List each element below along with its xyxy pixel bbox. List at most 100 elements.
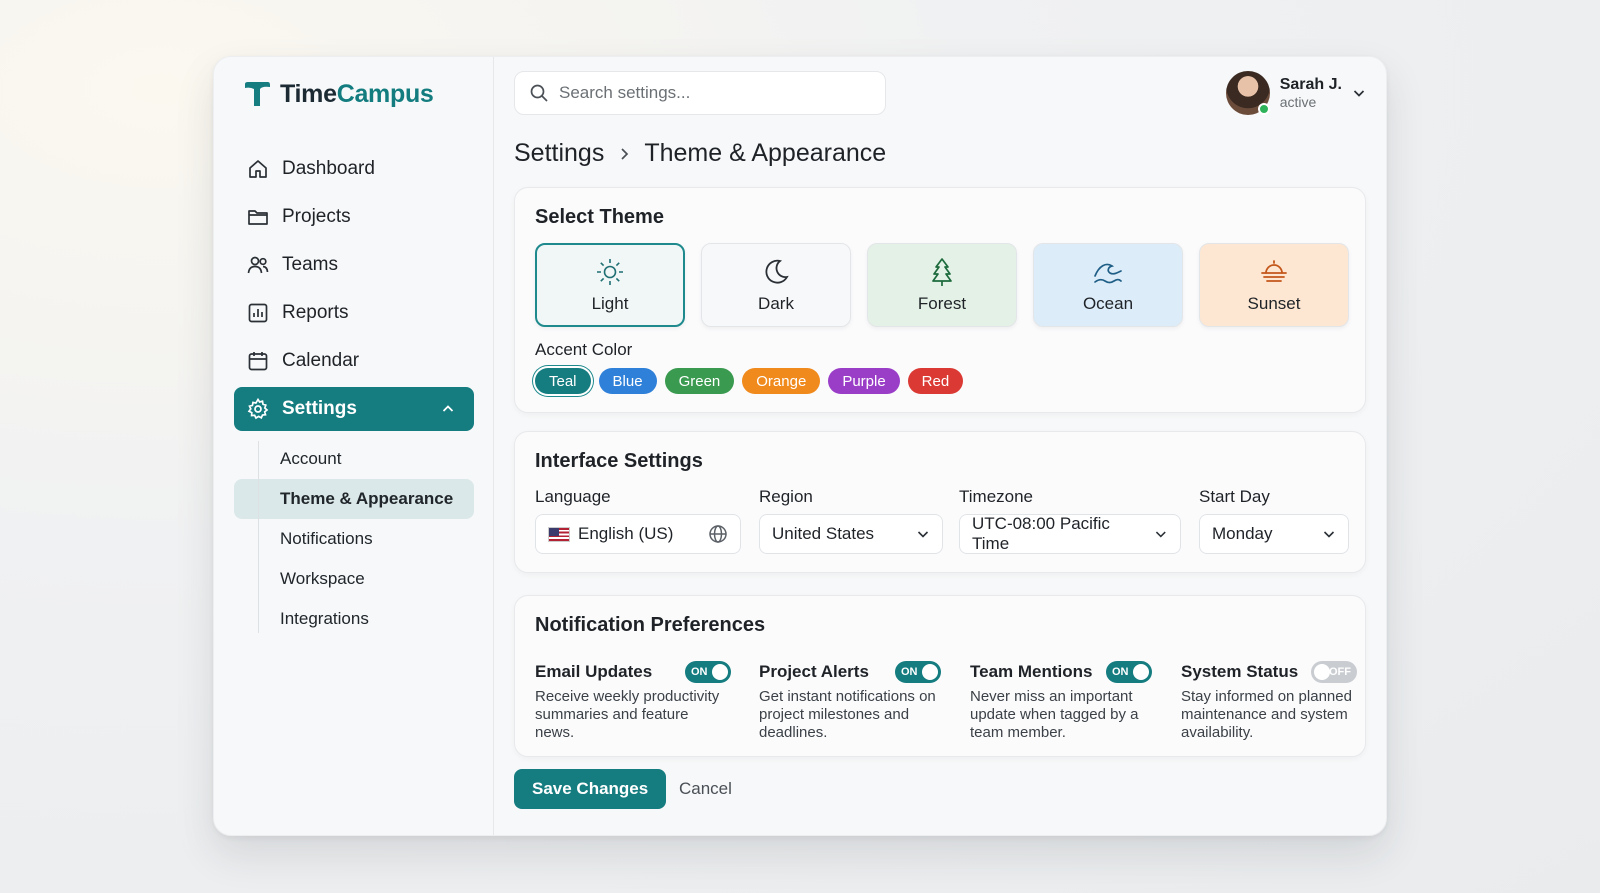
theme-label: Sunset xyxy=(1247,294,1301,313)
email-updates-toggle[interactable]: ON xyxy=(685,661,731,683)
interface-settings-card: Interface Settings Language English (US)… xyxy=(514,431,1366,573)
system-status-toggle[interactable]: OFF xyxy=(1311,661,1357,683)
subnav-item-account[interactable]: Account xyxy=(234,439,474,479)
sidebar-item-label: Settings xyxy=(282,398,357,419)
subnav-item-theme-appearance[interactable]: Theme & Appearance xyxy=(234,479,474,519)
chart-icon xyxy=(248,303,268,323)
logo-icon xyxy=(245,82,270,106)
sun-icon xyxy=(597,259,623,285)
notif-description: Stay informed on planned maintenance and… xyxy=(1181,688,1352,741)
project-alerts-toggle[interactable]: ON xyxy=(895,661,941,683)
accent-chip-red[interactable]: Red xyxy=(907,368,964,394)
home-icon xyxy=(249,160,267,178)
section-title: Notification Preferences xyxy=(535,614,766,636)
notif-description: Receive weekly productivity summaries an… xyxy=(535,688,720,741)
sidebar-item-label: Projects xyxy=(282,206,351,227)
tree-icon xyxy=(932,258,952,286)
page-title: Theme & Appearance xyxy=(644,139,887,167)
region-label: Region xyxy=(759,487,813,506)
sidebar-item-reports[interactable]: Reports xyxy=(234,291,474,335)
notif-description: Get instant notifications on project mil… xyxy=(759,688,936,741)
online-status-dot xyxy=(1257,103,1270,115)
notification-preferences-card: Notification Preferences Email Updates O… xyxy=(514,595,1366,757)
users-icon xyxy=(247,256,269,274)
chevron-down-icon xyxy=(917,531,929,538)
start-day-select[interactable]: Monday xyxy=(1199,514,1349,554)
sidebar-item-label: Dashboard xyxy=(282,158,375,179)
chevron-right-icon xyxy=(621,147,629,160)
wave-icon xyxy=(1094,263,1122,284)
sunset-icon xyxy=(1261,260,1287,282)
user-name: Sarah J. xyxy=(1279,76,1342,93)
gear-icon xyxy=(247,397,269,420)
sidebar-item-teams[interactable]: Teams xyxy=(234,243,474,287)
theme-card: Select Theme Light Dark Forest Ocean Sun… xyxy=(514,187,1366,413)
notif-team-mentions: Team Mentions ON Never miss an important… xyxy=(970,660,1152,742)
theme-option-light[interactable]: Light xyxy=(535,243,685,327)
notif-title: Project Alerts xyxy=(759,662,869,681)
theme-option-ocean[interactable]: Ocean xyxy=(1033,243,1183,327)
sidebar-item-label: Calendar xyxy=(282,350,360,371)
user-menu[interactable]: Sarah J. active xyxy=(1225,71,1366,115)
accent-chip-blue[interactable]: Blue xyxy=(598,368,657,394)
app-logo[interactable]: TimeCampus xyxy=(242,79,434,109)
app-window: TimeCampus Dashboard Projects Teams Repo… xyxy=(213,56,1387,836)
sidebar-item-calendar[interactable]: Calendar xyxy=(234,339,474,383)
breadcrumb-parent[interactable]: Settings xyxy=(514,139,604,168)
moon-icon xyxy=(765,259,789,284)
theme-option-sunset[interactable]: Sunset xyxy=(1199,243,1349,327)
chevron-up-icon[interactable] xyxy=(436,401,460,417)
sidebar-item-dashboard[interactable]: Dashboard xyxy=(234,147,474,191)
settings-subnav: Account Theme & Appearance Notifications… xyxy=(234,435,474,639)
timezone-select[interactable]: UTC-08:00 Pacific Time xyxy=(959,514,1181,554)
notif-project-alerts: Project Alerts ON Get instant notificati… xyxy=(759,660,941,742)
timezone-label: Timezone xyxy=(959,487,1034,506)
accent-chip-green[interactable]: Green xyxy=(664,368,735,394)
sidebar-item-projects[interactable]: Projects xyxy=(234,195,474,239)
app-name: TimeCampus xyxy=(280,79,434,108)
team-mentions-toggle[interactable]: ON xyxy=(1106,661,1152,683)
notif-description: Never miss an important update when tagg… xyxy=(970,688,1139,741)
search-bar[interactable] xyxy=(514,71,886,115)
theme-label: Dark xyxy=(758,294,794,313)
theme-label: Forest xyxy=(917,294,967,313)
save-changes-button[interactable]: Save Changes xyxy=(514,769,667,809)
notif-title: Email Updates xyxy=(535,662,653,681)
language-select[interactable]: English (US) xyxy=(535,514,741,554)
user-status: active xyxy=(1279,94,1317,110)
theme-option-forest[interactable]: Forest xyxy=(867,243,1017,327)
section-title: Interface Settings xyxy=(535,450,703,472)
search-input[interactable] xyxy=(559,83,859,103)
language-value: English (US) xyxy=(578,524,674,543)
us-flag-icon xyxy=(548,526,570,542)
subnav-item-notifications[interactable]: Notifications xyxy=(234,519,474,559)
subnav-item-workspace[interactable]: Workspace xyxy=(234,559,474,599)
accent-color-options: Teal Blue Green Orange Purple Red xyxy=(535,368,964,394)
theme-label: Ocean xyxy=(1082,294,1134,313)
subnav-item-integrations[interactable]: Integrations xyxy=(234,599,474,639)
accent-chip-purple[interactable]: Purple xyxy=(828,368,900,394)
start-day-label: Start Day xyxy=(1199,487,1270,506)
notif-title: System Status xyxy=(1181,662,1299,681)
accent-chip-teal[interactable]: Teal xyxy=(535,368,591,394)
search-icon xyxy=(530,84,548,102)
avatar[interactable] xyxy=(1225,71,1270,115)
region-value: United States xyxy=(772,524,875,543)
main-content: Sarah J. active Settings Theme & Appeara… xyxy=(494,57,1386,835)
notif-system-status: System Status OFF Stay informed on plann… xyxy=(1181,660,1357,742)
notif-email-updates: Email Updates ON Receive weekly producti… xyxy=(535,660,731,742)
sidebar-item-settings[interactable]: Settings xyxy=(234,387,474,431)
folder-icon xyxy=(248,210,268,225)
theme-option-dark[interactable]: Dark xyxy=(701,243,851,327)
timezone-value: UTC-08:00 Pacific Time xyxy=(972,514,1110,553)
breadcrumb: Settings Theme & Appearance xyxy=(514,139,886,168)
chevron-down-icon xyxy=(1323,531,1335,538)
cancel-button[interactable]: Cancel xyxy=(679,769,732,809)
chevron-down-icon xyxy=(1156,531,1167,538)
sidebar: TimeCampus Dashboard Projects Teams Repo… xyxy=(214,57,494,835)
region-select[interactable]: United States xyxy=(759,514,943,554)
chevron-down-icon[interactable] xyxy=(1352,86,1366,100)
accent-chip-orange[interactable]: Orange xyxy=(742,368,821,394)
globe-icon xyxy=(709,525,727,543)
sidebar-item-label: Teams xyxy=(282,254,338,275)
